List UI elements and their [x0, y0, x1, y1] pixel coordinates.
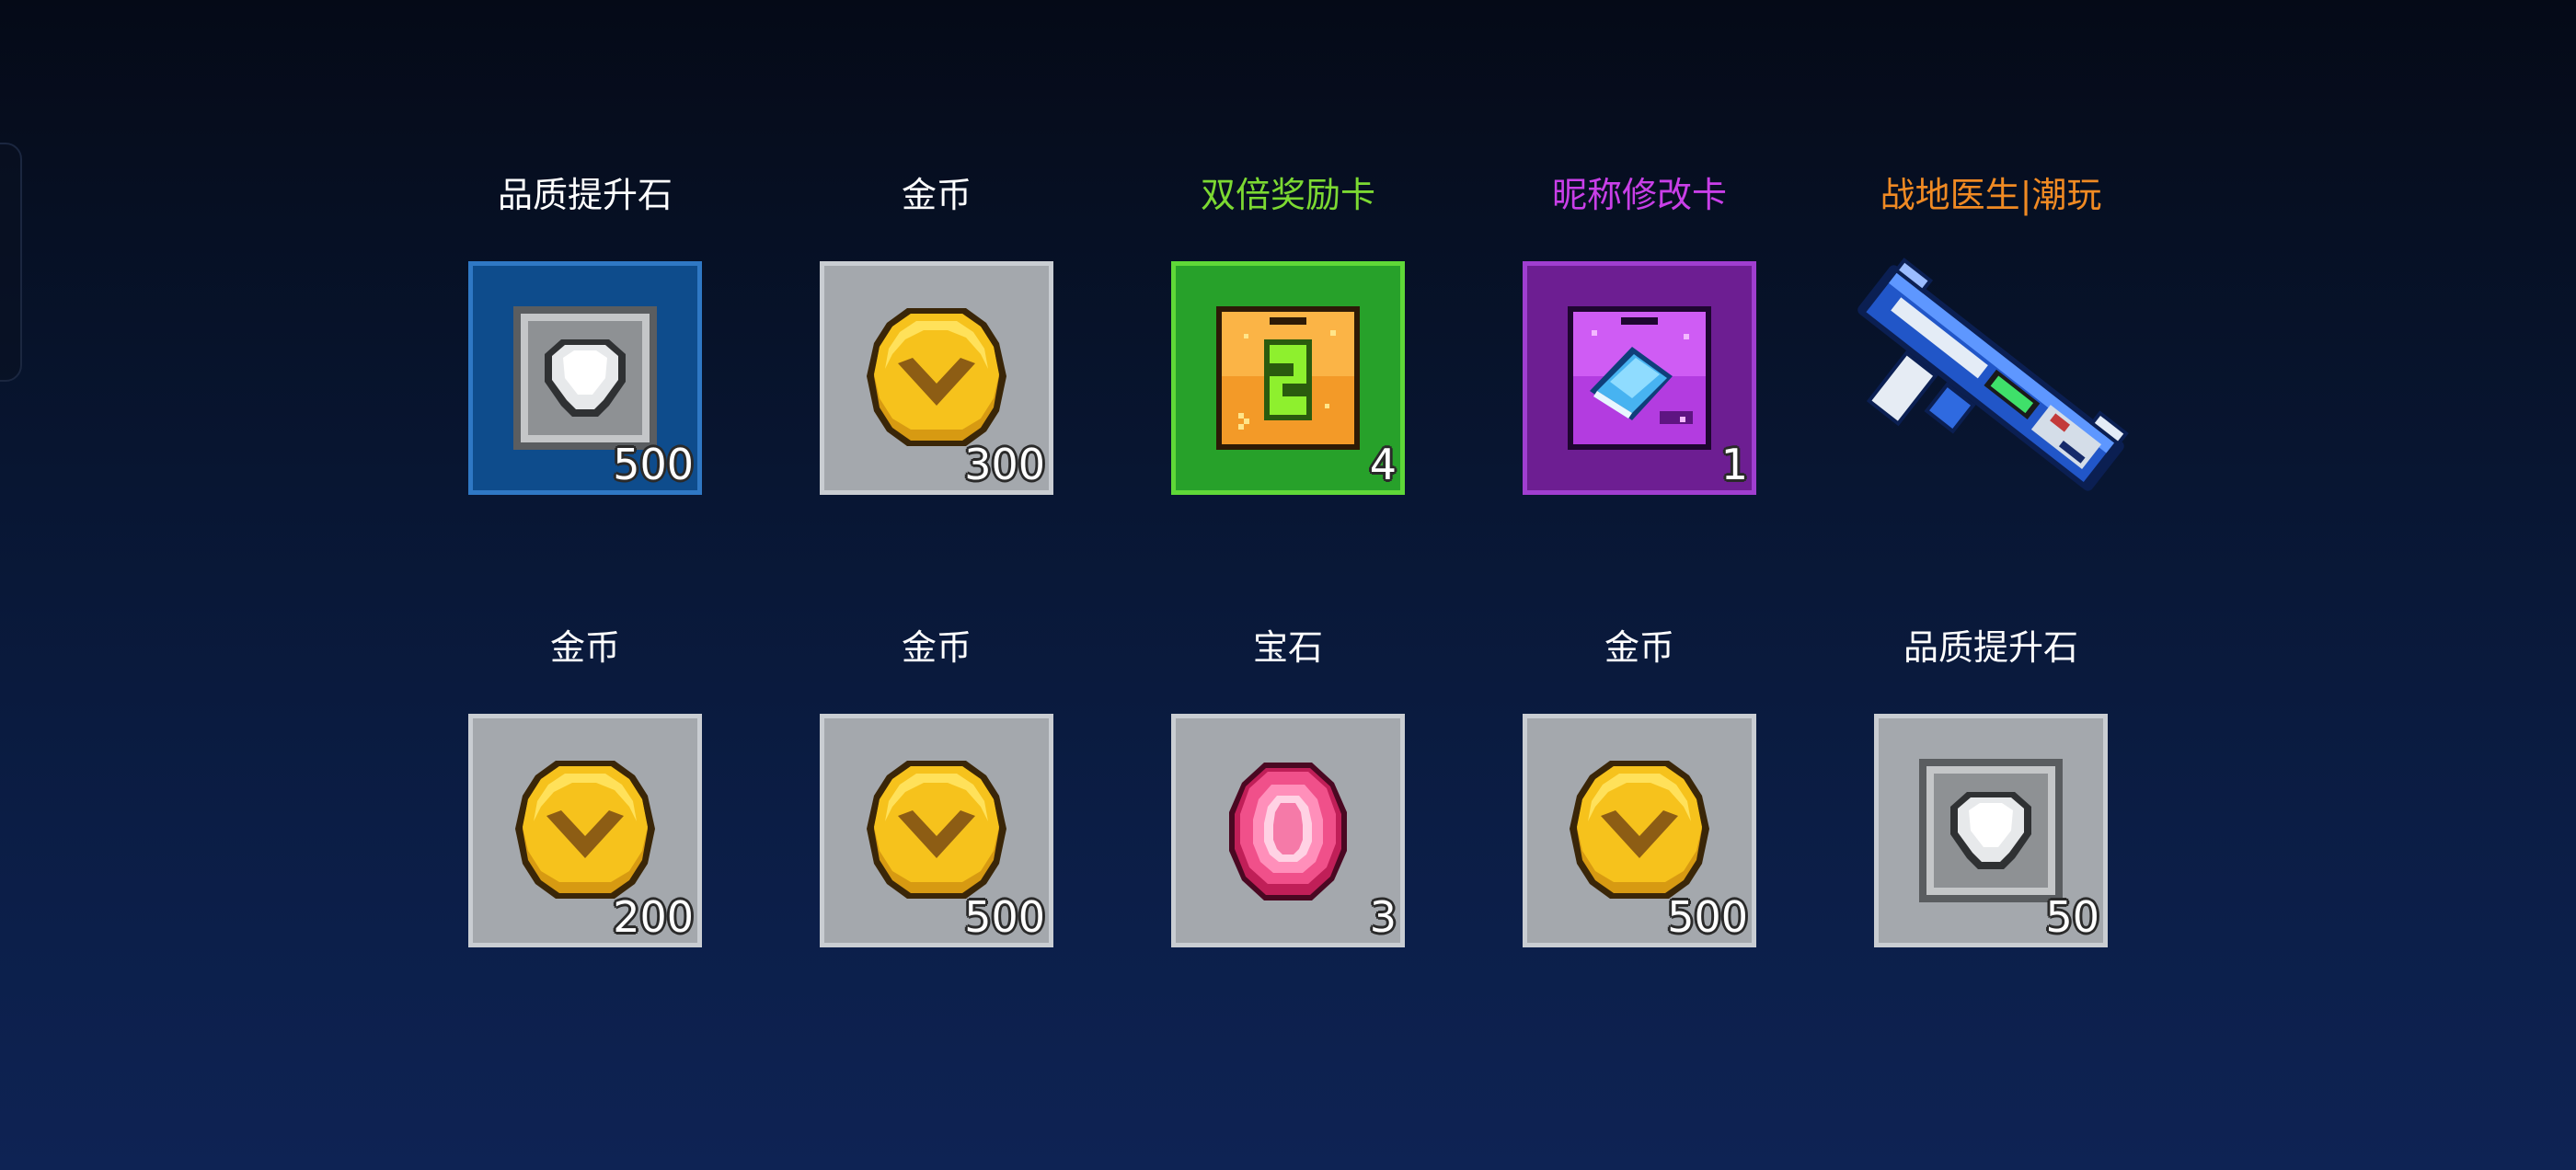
gold-coin-icon: [867, 308, 1006, 446]
reward-count: 500: [1667, 892, 1748, 942]
reward-count: 200: [613, 892, 694, 942]
rename-card-icon: [1568, 306, 1711, 450]
reward-item[interactable]: 品质提升石 500: [409, 0, 761, 495]
reward-tile[interactable]: 500: [820, 714, 1053, 947]
reward-name: 品质提升石: [1903, 627, 2078, 668]
gem-icon: [1229, 763, 1347, 900]
reward-tile[interactable]: 50: [1874, 714, 2108, 947]
gold-coin-icon: [515, 761, 655, 899]
reward-name: 金币: [1604, 627, 1674, 668]
reward-item[interactable]: 战地医生|潮玩: [1815, 0, 2167, 491]
quality-stone-icon: [1919, 759, 2063, 902]
reward-item[interactable]: 金币 200: [409, 453, 761, 947]
reward-item[interactable]: 昵称修改卡 1: [1464, 0, 1815, 495]
reward-name: 战地医生|潮玩: [1880, 175, 2102, 215]
reward-item[interactable]: 宝石 3: [1112, 453, 1464, 947]
reward-count: 3: [1369, 892, 1397, 942]
gold-coin-icon: [1570, 761, 1709, 899]
reward-name: 金币: [901, 175, 972, 215]
reward-name: 金币: [549, 627, 620, 668]
gold-coin-icon: [867, 761, 1006, 899]
reward-item[interactable]: 金币 500: [761, 453, 1112, 947]
reward-name: 金币: [901, 627, 972, 668]
reward-item[interactable]: 品质提升石 50: [1815, 453, 2167, 947]
reward-count: 500: [964, 892, 1045, 942]
reward-tile[interactable]: 200: [468, 714, 702, 947]
reward-name: 双倍奖励卡: [1200, 175, 1375, 215]
reward-tile[interactable]: 3: [1171, 714, 1405, 947]
reward-item[interactable]: 金币 500: [1464, 453, 1815, 947]
reward-grid: 品质提升石 500 金币 300 双倍奖励卡 4 昵称修改卡 1 战地医生|潮玩…: [0, 0, 2576, 1170]
reward-name: 品质提升石: [497, 175, 673, 215]
quality-stone-icon: [513, 306, 657, 450]
reward-tile[interactable]: 500: [1523, 714, 1756, 947]
reward-name: 昵称修改卡: [1551, 175, 1727, 215]
reward-count: 50: [2045, 892, 2099, 942]
reward-item[interactable]: 双倍奖励卡 4: [1112, 0, 1464, 495]
double-reward-card-icon: [1216, 306, 1360, 450]
reward-item[interactable]: 金币 300: [761, 0, 1112, 495]
reward-name: 宝石: [1252, 627, 1323, 668]
